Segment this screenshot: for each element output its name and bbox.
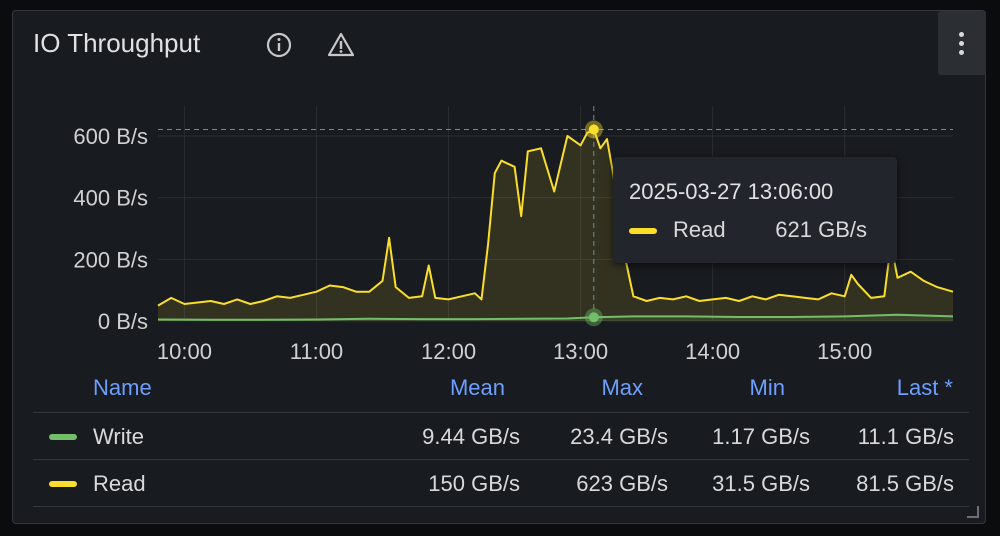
legend-mean: 9.44 GB/s — [422, 424, 520, 449]
x-tick-label: 11:00 — [290, 339, 343, 364]
y-tick-label: 600 B/s — [73, 124, 148, 149]
legend-row-write[interactable]: Write 9.44 GB/s 23.4 GB/s 1.17 GB/s 11.1… — [33, 412, 969, 459]
resize-handle-icon[interactable] — [967, 506, 979, 518]
x-tick-label: 15:00 — [817, 339, 872, 364]
read-swatch — [49, 481, 77, 487]
x-tick-label: 10:00 — [157, 339, 212, 364]
legend-name: Read — [93, 471, 146, 496]
x-tick-label: 14:00 — [685, 339, 740, 364]
write-hover-point — [588, 312, 599, 323]
tooltip-value: 621 GB/s — [775, 217, 867, 242]
legend-divider — [33, 506, 969, 507]
legend-min: 31.5 GB/s — [712, 471, 810, 496]
io-throughput-panel: IO Throughput 0 B/s 200 B/s 400 B/s 600 B/s… — [12, 10, 986, 524]
y-tick-label: 400 B/s — [73, 186, 148, 211]
legend-min: 1.17 GB/s — [712, 424, 810, 449]
legend-name: Write — [93, 424, 144, 449]
legend-max: 23.4 GB/s — [570, 424, 668, 449]
x-tick-label: 13:00 — [553, 339, 608, 364]
tooltip-time: 2025-03-27 13:06:00 — [629, 179, 834, 204]
y-tick-label: 0 B/s — [98, 309, 148, 334]
legend-header-name[interactable]: Name — [93, 375, 152, 401]
legend-last: 11.1 GB/s — [857, 424, 954, 449]
legend-header-min[interactable]: Min — [750, 375, 785, 401]
write-swatch — [49, 434, 77, 440]
legend-header-max[interactable]: Max — [601, 375, 643, 401]
legend-row-read[interactable]: Read 150 GB/s 623 GB/s 31.5 GB/s 81.5 GB… — [33, 459, 969, 506]
legend-last: 81.5 GB/s — [856, 471, 954, 496]
hover-tooltip: 2025-03-27 13:06:00 Read 621 GB/s — [613, 157, 897, 263]
legend-header-mean[interactable]: Mean — [450, 375, 505, 401]
y-tick-label: 200 B/s — [73, 247, 148, 272]
tooltip-series-name: Read — [673, 217, 726, 242]
legend-max: 623 GB/s — [576, 471, 668, 496]
tooltip-series-swatch — [629, 228, 657, 234]
x-tick-label: 12:00 — [421, 339, 476, 364]
legend-header-last[interactable]: Last * — [897, 375, 953, 401]
legend-mean: 150 GB/s — [428, 471, 520, 496]
read-hover-point — [588, 124, 599, 135]
